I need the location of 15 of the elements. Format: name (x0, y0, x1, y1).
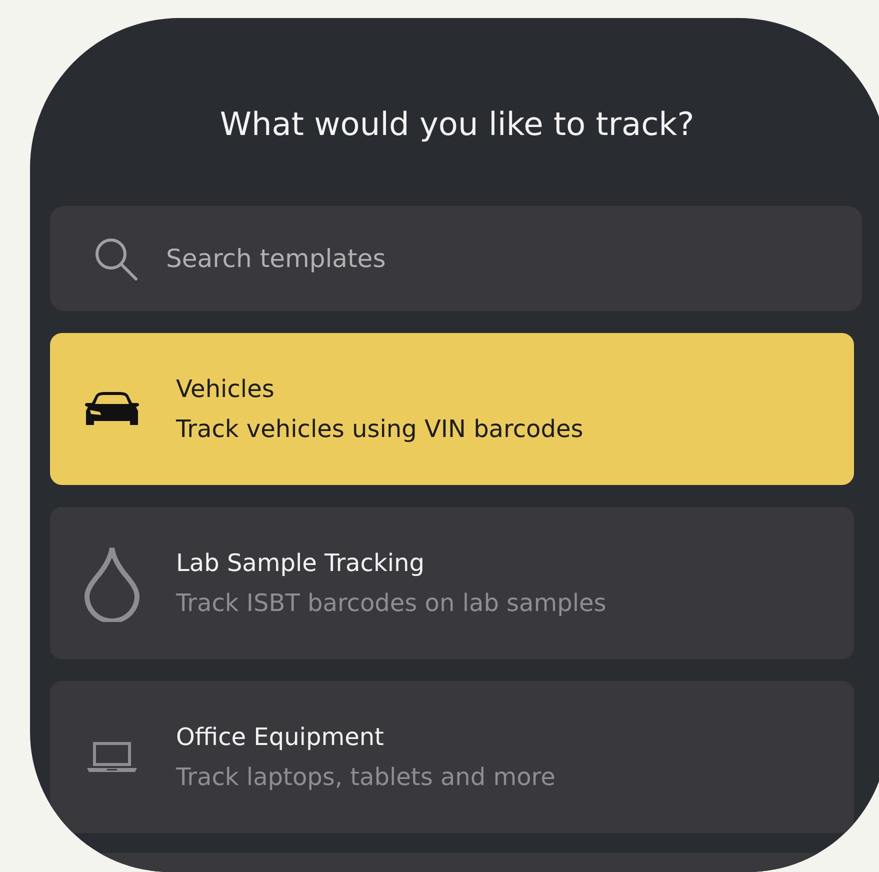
template-description: Track vehicles using VIN barcodes (176, 414, 584, 445)
search-icon (94, 236, 138, 280)
car-icon (84, 391, 140, 427)
search-input[interactable]: Search templates (164, 243, 818, 274)
laptop-icon (86, 740, 138, 774)
template-card[interactable]: Office Equipment Track laptops, tablets and more (50, 681, 854, 833)
template-description: Track laptops, tablets and more (176, 762, 556, 793)
template-card[interactable]: Lab Sample Tracking Track ISBT barcodes on lab samples (50, 507, 854, 659)
template-card[interactable]: Vehicles Track vehicles using VIN barcodes (50, 333, 854, 485)
search-field[interactable]: Search templates (50, 206, 862, 311)
template-name: Office Equipment (176, 722, 385, 753)
dialog-title: What would you like to track? (218, 104, 696, 145)
template-description: Track ISBT barcodes on lab samples (176, 588, 606, 619)
template-name: Vehicles (176, 374, 276, 405)
template-name: Lab Sample Tracking (176, 548, 426, 579)
